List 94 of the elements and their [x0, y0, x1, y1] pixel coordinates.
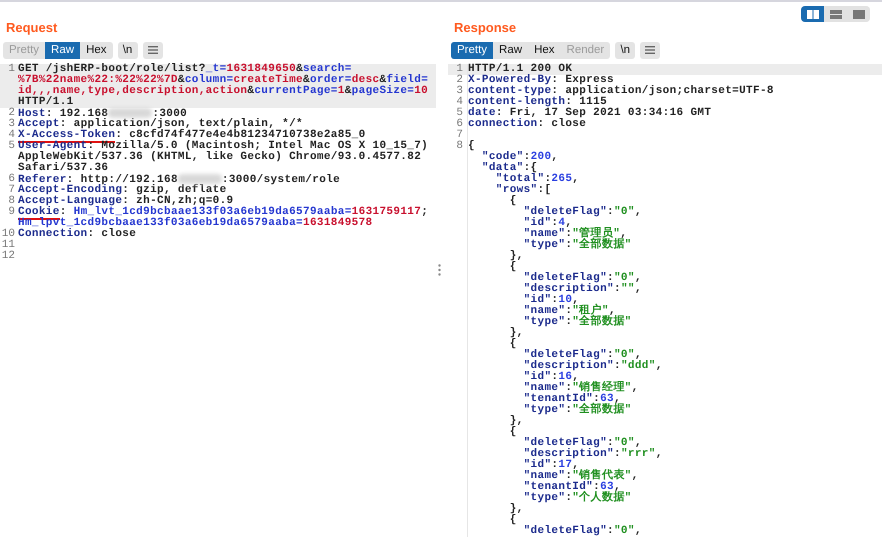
- code-line: Accept: application/json, text/plain, */*: [18, 119, 304, 130]
- code-line: "id":4,: [522, 218, 574, 229]
- view-tab[interactable]: Hex: [80, 42, 113, 58]
- code-line: "description":"rrr",: [522, 449, 664, 460]
- split-columns-button[interactable]: [801, 6, 824, 22]
- view-tab[interactable]: Raw: [45, 42, 80, 58]
- code-line: "description":"",: [522, 284, 643, 295]
- code-line: Cookie: Hm_lvt_1cd9bcbaae133f03a6eb19da6579aaba=1631759117;: [18, 207, 430, 218]
- line-number: 3: [448, 86, 468, 97]
- code-line: },: [508, 416, 525, 427]
- code-line: Hm_lpvt_1cd9bcbaae133f03a6eb19da6579aaba=1631849578: [18, 218, 374, 229]
- menu-button[interactable]: [142, 42, 163, 58]
- code-line: "deleteFlag":"0",: [522, 350, 642, 361]
- code-line: {: [508, 427, 518, 438]
- code-line: {: [508, 515, 518, 526]
- code-line: AppleWebKit/537.36 (KHTML, like Gecko) Chrome/93.0.4577.82: [18, 152, 422, 163]
- line-number: 7: [448, 130, 468, 141]
- line-number: 9: [7, 207, 16, 220]
- menu-icon: [148, 46, 158, 54]
- code-line: Host: 192.168 :3000: [18, 108, 188, 119]
- code-line: "type":"全部数据": [522, 240, 633, 251]
- newline-button[interactable]: \n: [118, 42, 138, 58]
- code-line: "id":16,: [522, 372, 580, 383]
- line-number: 7: [7, 185, 16, 196]
- view-tab[interactable]: Hex: [528, 42, 561, 58]
- rows-icon: [830, 10, 842, 18]
- drag-handle-icon[interactable]: [438, 264, 440, 276]
- code-line: Safari/537.36: [18, 163, 110, 174]
- line-number: 10: [0, 229, 16, 240]
- pane-title: Response: [454, 20, 516, 35]
- blur-mark: [178, 174, 222, 184]
- code-line: "deleteFlag":"0",: [522, 207, 643, 218]
- code-line: "id":10,: [522, 295, 580, 306]
- code-line: User-Agent: Mozilla/5.0 (Macintosh; Intel Mac OS X 10_15_7): [18, 141, 430, 152]
- line-number: 2: [448, 75, 468, 86]
- code-line: },: [508, 328, 525, 339]
- code-line: {: [508, 339, 518, 350]
- code-line: },: [508, 504, 525, 515]
- menu-button[interactable]: [640, 42, 660, 58]
- code-line: content-length: 1115: [468, 97, 608, 108]
- code-line: "deleteFlag":"0",: [522, 438, 642, 449]
- code-line: "deleteFlag":"0",: [522, 526, 643, 537]
- line-number: 1: [7, 64, 16, 77]
- code-line: "name":"销售经理",: [522, 383, 640, 394]
- line-number: 3: [7, 119, 16, 130]
- pane-title: Request: [6, 20, 58, 35]
- code-line: HTTP/1.1 200 OK: [468, 64, 572, 75]
- code-line: X-Powered-By: Express: [468, 75, 614, 86]
- code-line: "id":17,: [522, 460, 580, 471]
- newline-button[interactable]: \n: [615, 42, 636, 58]
- view-tab[interactable]: Raw: [493, 42, 528, 58]
- code-line: {: [508, 262, 518, 273]
- code-line: Accept-Language: zh-CN,zh;q=0.9: [18, 196, 234, 207]
- code-line: "deleteFlag":"0",: [522, 273, 643, 284]
- code-line: "type":"全部数据": [522, 405, 633, 416]
- line-number: 8: [448, 141, 468, 537]
- line-number: 4: [7, 130, 16, 141]
- code-line: {: [468, 141, 476, 152]
- line-number: 2: [7, 108, 16, 119]
- code-line: Accept-Encoding: gzip, deflate: [18, 185, 227, 196]
- line-number: 11: [0, 240, 16, 251]
- code-line: "total":265,: [494, 174, 580, 185]
- line-number: 5: [448, 108, 468, 119]
- line-number: 6: [448, 119, 468, 130]
- single-pane-icon: [852, 10, 864, 18]
- line-number: 5: [7, 141, 16, 154]
- view-tab[interactable]: Pretty: [451, 42, 494, 58]
- line-number: 1: [448, 64, 468, 75]
- code-line: "name":"销售代表",: [522, 471, 640, 482]
- line-number: 4: [448, 97, 468, 108]
- code-line: Connection: close: [18, 229, 138, 240]
- code-line: "rows":[: [494, 185, 552, 196]
- code-line: {: [508, 196, 518, 207]
- code-line: "code":200,: [480, 152, 560, 163]
- line-number: 6: [7, 174, 16, 185]
- code-line: },: [508, 251, 525, 262]
- code-line: "data":{: [480, 163, 538, 174]
- code-line: connection: close: [468, 119, 588, 130]
- code-line: GET /jshERP-boot/role/list?_t=1631849650&search=: [18, 64, 352, 75]
- code-line: "description":"ddd",: [522, 361, 664, 372]
- code-line: "type":"个人数据": [522, 493, 633, 504]
- columns-icon: [806, 10, 818, 18]
- code-line: %7B%22name%22:%22%22%7D&column=createTime&order=desc&field=: [18, 75, 430, 86]
- code-line: content-type: application/json;charset=UTF-8: [468, 86, 775, 97]
- code-line: id,,,name,type,description,action&currentPage=1&pageSize=10: [18, 86, 430, 97]
- code-line: Referer: http://192.168 :3000/system/role: [18, 174, 342, 185]
- code-line: X-Access-Token: c8cfd74f477e4e4b81234710738e2a85_0: [18, 130, 367, 141]
- menu-icon: [645, 46, 656, 54]
- code-line: "type":"全部数据": [522, 317, 633, 328]
- line-number: 12: [0, 251, 16, 262]
- code-line: HTTP/1.1: [18, 97, 75, 108]
- code-line: date: Fri, 17 Sep 2021 03:34:16 GMT: [468, 108, 712, 119]
- line-number: 8: [7, 196, 16, 207]
- blur-mark: [108, 108, 152, 118]
